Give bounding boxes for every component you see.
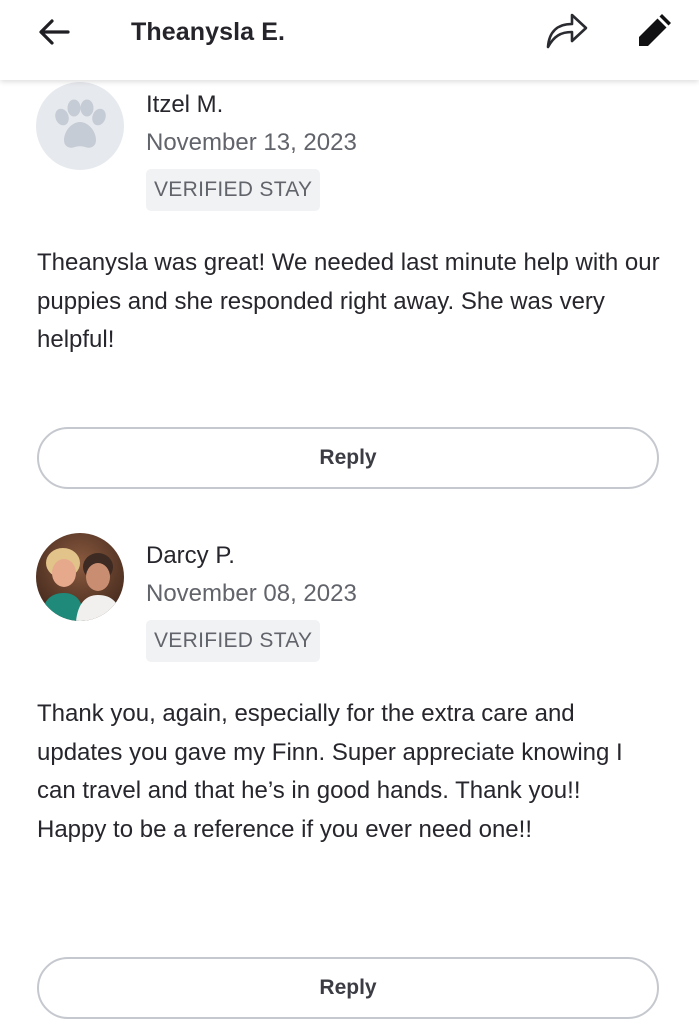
avatar	[36, 82, 124, 170]
arrow-left-icon	[39, 19, 70, 45]
paw-icon	[55, 99, 106, 148]
back-button[interactable]	[32, 10, 76, 54]
share-icon	[546, 13, 588, 49]
review-text: Theanysla was great! We needed last minu…	[37, 249, 660, 353]
review-date: November 08, 2023	[146, 580, 357, 607]
edit-button[interactable]	[631, 8, 679, 52]
avatar	[36, 533, 124, 621]
reviewer-name: Itzel M.	[146, 91, 224, 118]
page-title: Theanysla E.	[131, 18, 286, 46]
review-text: Thank you, again, especially for the ext…	[37, 700, 623, 843]
top-app-bar: Theanysla E.	[0, 0, 699, 80]
review-date: November 13, 2023	[146, 129, 357, 156]
share-button[interactable]	[543, 8, 591, 52]
reply-button[interactable]: Reply	[37, 427, 659, 489]
verified-stay-badge: VERIFIED STAY	[146, 620, 321, 662]
reply-button[interactable]: Reply	[37, 957, 659, 1019]
verified-stay-badge: VERIFIED STAY	[146, 169, 321, 211]
reviewer-name: Darcy P.	[146, 542, 235, 569]
profile-photo	[36, 533, 124, 621]
pencil-icon	[639, 14, 671, 46]
